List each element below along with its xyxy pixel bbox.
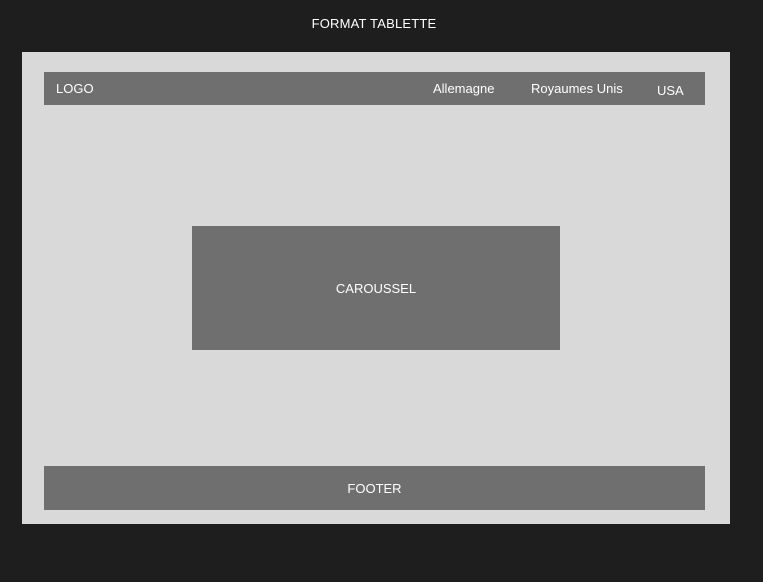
footer-label: FOOTER (347, 480, 402, 496)
tablet-artboard: LOGO Allemagne Royaumes Unis USA CAROUSS… (22, 52, 730, 524)
nav-item-allemagne[interactable]: Allemagne (433, 81, 494, 96)
logo-placeholder: LOGO (56, 81, 94, 96)
footer-bar: FOOTER (44, 466, 705, 510)
carousel-placeholder: CAROUSSEL (192, 226, 560, 350)
nav-item-usa[interactable]: USA (657, 83, 684, 98)
header-bar: LOGO Allemagne Royaumes Unis USA (44, 72, 705, 105)
carousel-label: CAROUSSEL (335, 280, 417, 296)
nav-item-royaumes-unis[interactable]: Royaumes Unis (531, 81, 623, 96)
design-canvas: FORMAT TABLETTE LOGO Allemagne Royaumes … (0, 0, 763, 582)
frame-title: FORMAT TABLETTE (311, 16, 437, 31)
